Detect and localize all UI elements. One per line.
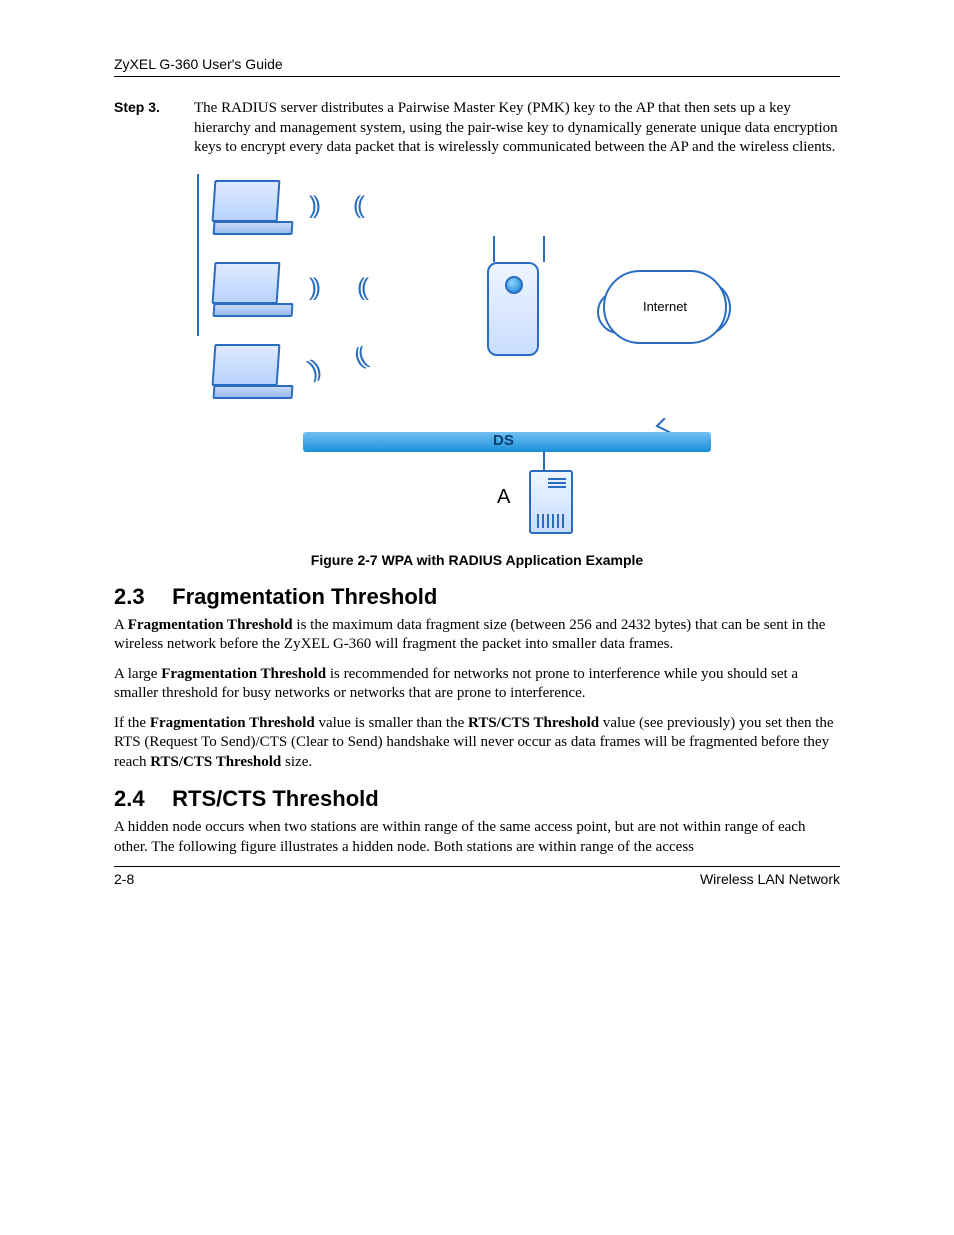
step-label: Step 3.	[114, 99, 176, 158]
heading-title: Fragmentation Threshold	[172, 584, 437, 609]
paragraph: A hidden node occurs when two stations a…	[114, 818, 840, 857]
heading-number: 2.3	[114, 584, 166, 610]
radio-waves-icon: ))	[309, 192, 317, 220]
text: A	[114, 617, 128, 633]
figure-caption: Figure 2-7 WPA with RADIUS Application E…	[177, 552, 777, 568]
server-label: A	[497, 486, 510, 509]
page-footer: 2-8 Wireless LAN Network	[114, 866, 840, 887]
wpa-radius-diagram: )) (( )) (( )) (( Internet DS A	[197, 174, 757, 544]
wire-icon	[197, 252, 199, 336]
access-point-icon	[487, 246, 551, 356]
bold-text: RTS/CTS Threshold	[468, 715, 599, 731]
server-icon	[529, 470, 573, 534]
heading-2-4: 2.4 RTS/CTS Threshold	[114, 786, 840, 812]
radio-waves-icon: ))	[309, 274, 317, 302]
wire-icon	[543, 452, 545, 472]
figure-2-7: )) (( )) (( )) (( Internet DS A	[177, 174, 777, 568]
text: value is smaller than the	[315, 715, 468, 731]
radio-waves-icon: ((	[357, 274, 365, 302]
bold-text: Fragmentation Threshold	[128, 617, 293, 633]
radio-waves-icon: ((	[350, 343, 367, 372]
ds-label: DS	[493, 432, 514, 449]
bold-text: Fragmentation Threshold	[150, 715, 315, 731]
laptop-icon	[213, 180, 299, 242]
page-number: 2-8	[114, 871, 134, 887]
text: A hidden node occurs when two stations a…	[114, 819, 805, 855]
heading-title: RTS/CTS Threshold	[172, 786, 379, 811]
internet-label: Internet	[643, 299, 687, 314]
text: size.	[281, 754, 312, 770]
heading-2-3: 2.3 Fragmentation Threshold	[114, 584, 840, 610]
text: If the	[114, 715, 150, 731]
header-title: ZyXEL G-360 User's Guide	[114, 56, 283, 72]
step-3-row: Step 3. The RADIUS server distributes a …	[114, 99, 840, 158]
bold-text: RTS/CTS Threshold	[150, 754, 281, 770]
paragraph: A large Fragmentation Threshold is recom…	[114, 665, 840, 704]
internet-cloud-icon: Internet	[603, 270, 727, 344]
paragraph: A Fragmentation Threshold is the maximum…	[114, 616, 840, 655]
heading-number: 2.4	[114, 786, 166, 812]
radio-waves-icon: ))	[304, 355, 321, 384]
step-text: The RADIUS server distributes a Pairwise…	[194, 99, 840, 158]
radio-waves-icon: ((	[353, 192, 361, 220]
laptop-icon	[213, 344, 299, 406]
page-header: ZyXEL G-360 User's Guide	[114, 56, 840, 77]
wire-icon	[197, 174, 199, 252]
footer-section: Wireless LAN Network	[700, 871, 840, 887]
paragraph: If the Fragmentation Threshold value is …	[114, 714, 840, 773]
bold-text: Fragmentation Threshold	[161, 666, 326, 682]
text: A large	[114, 666, 161, 682]
laptop-icon	[213, 262, 299, 324]
